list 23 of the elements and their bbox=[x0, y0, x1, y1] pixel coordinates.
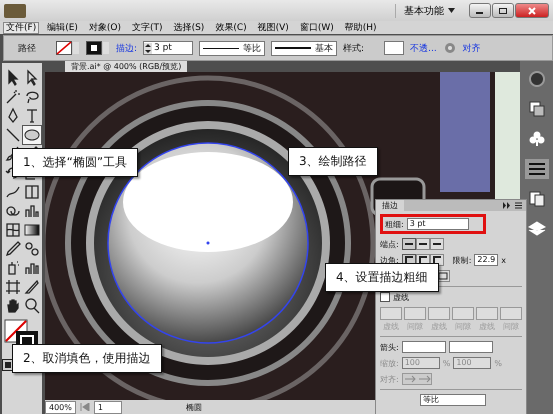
step-tooltip: 3、绘制路径 bbox=[288, 147, 378, 176]
step-tooltip: 2、取消填色，使用描边 bbox=[12, 344, 162, 373]
dash-label: 间隙 bbox=[455, 321, 471, 332]
step-tooltip: 4、设置描边粗细 bbox=[325, 263, 439, 292]
step-tooltip: 1、选择“椭圆”工具 bbox=[12, 148, 138, 177]
weight-label: 粗细: bbox=[385, 218, 404, 230]
percent-sign: % bbox=[442, 358, 450, 368]
dash-label: 间隙 bbox=[503, 321, 519, 332]
dash-label: 间隙 bbox=[407, 321, 423, 332]
style-label: 样式: bbox=[343, 42, 364, 54]
arrowheads-label: 箭头: bbox=[380, 342, 399, 352]
scale-label: 缩放: bbox=[380, 358, 399, 368]
align-label: 对齐: bbox=[380, 374, 399, 384]
current-tool-label: 椭圆 bbox=[186, 402, 202, 412]
object-type-label: 路径 bbox=[18, 42, 36, 54]
dashed-label: 虚线 bbox=[393, 292, 409, 302]
dash-label: 虚线 bbox=[479, 321, 495, 332]
cap-label: 端点: bbox=[380, 238, 399, 250]
dash-label: 虚线 bbox=[383, 321, 399, 332]
dash-label: 虚线 bbox=[431, 321, 447, 332]
limit-unit: x bbox=[501, 256, 506, 264]
limit-label: 限制: bbox=[452, 254, 472, 266]
percent-sign: % bbox=[494, 358, 502, 368]
